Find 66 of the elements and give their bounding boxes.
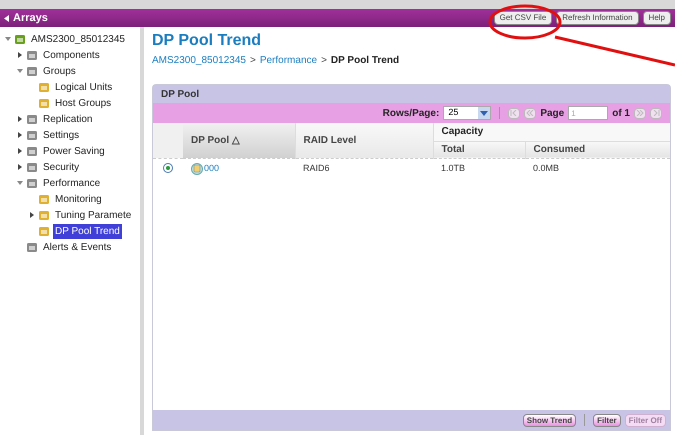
tree-node-icon xyxy=(26,241,38,253)
tree-item[interactable]: Tuning Paramete xyxy=(53,208,134,222)
tree-node-icon xyxy=(14,33,26,45)
expand-arrow-icon[interactable] xyxy=(28,212,34,218)
column-header[interactable]: Total xyxy=(442,144,465,155)
expand-arrow-icon[interactable] xyxy=(16,148,22,154)
breadcrumb-separator: > xyxy=(250,54,256,68)
tree-item[interactable]: Security xyxy=(41,160,82,174)
back-arrow-icon[interactable] xyxy=(4,14,9,22)
breadcrumb-separator: > xyxy=(321,54,327,68)
column-header[interactable]: DP Pool △ xyxy=(191,134,240,146)
tree-item[interactable]: Settings xyxy=(41,128,82,142)
rows-per-page-label: Rows/Page: xyxy=(382,106,440,120)
footer-button[interactable]: Show Trend xyxy=(522,414,576,426)
tree-node-icon xyxy=(38,193,50,205)
tree-item[interactable]: AMS2300_85012345 xyxy=(29,32,127,46)
tree-item[interactable]: DP Pool Trend xyxy=(53,224,122,238)
table-cell: 0.0MB xyxy=(533,162,560,172)
rows-per-page-dropdown[interactable]: 25 xyxy=(443,106,492,120)
table-cell: RAID6 xyxy=(303,162,330,172)
breadcrumb-current: DP Pool Trend xyxy=(330,54,400,68)
footer-button[interactable]: Filter xyxy=(593,414,621,426)
tree-node-icon xyxy=(38,209,50,221)
tree-item[interactable]: Power Saving xyxy=(41,144,107,158)
pool-link[interactable]: 000 xyxy=(204,162,220,175)
header-title: Arrays xyxy=(13,10,48,26)
expand-arrow-icon[interactable] xyxy=(16,132,22,138)
breadcrumb-link[interactable]: Performance xyxy=(260,53,318,68)
tree-item[interactable]: Components xyxy=(41,48,102,62)
toolbar-button[interactable]: Help xyxy=(642,11,671,25)
page-total: of 1 xyxy=(612,106,630,120)
tree-node-icon xyxy=(26,49,38,61)
panel-title: DP Pool xyxy=(161,88,200,102)
tree-item[interactable]: Alerts & Events xyxy=(41,240,114,254)
expand-arrow-icon[interactable] xyxy=(16,164,22,170)
tree-item[interactable]: Groups xyxy=(41,64,78,78)
table-cell: 1.0TB xyxy=(441,162,466,172)
tree-node-icon xyxy=(26,161,38,173)
tree-node-icon xyxy=(26,177,38,189)
expand-arrow-icon[interactable] xyxy=(16,116,22,122)
tree-item[interactable]: Monitoring xyxy=(53,192,104,206)
toolbar-button[interactable]: Refresh Information xyxy=(556,11,639,25)
tree-item[interactable]: Performance xyxy=(41,176,102,190)
column-header[interactable]: RAID Level xyxy=(304,134,356,146)
page-title: DP Pool Trend xyxy=(152,31,262,51)
tree-node-icon xyxy=(26,129,38,141)
tree-item[interactable]: Replication xyxy=(41,112,94,126)
expand-arrow-icon[interactable] xyxy=(16,52,22,58)
collapse-arrow-icon[interactable] xyxy=(4,36,10,42)
tree-node-icon xyxy=(26,145,38,157)
pool-icon xyxy=(191,162,203,175)
row-radio[interactable] xyxy=(163,163,173,174)
tree-node-icon xyxy=(38,97,50,109)
column-group-header: Capacity xyxy=(442,126,484,138)
toolbar-button[interactable]: Get CSV File xyxy=(494,11,552,25)
tree-node-icon xyxy=(38,225,50,237)
tree-node-icon xyxy=(26,65,38,77)
tree-item[interactable]: Host Groups xyxy=(53,96,114,110)
collapse-arrow-icon[interactable] xyxy=(16,180,22,186)
dropdown-caret-icon[interactable] xyxy=(480,110,488,116)
tree-node-icon xyxy=(26,113,38,125)
tree-item[interactable]: Logical Units xyxy=(53,80,114,94)
page-label: Page xyxy=(540,106,564,120)
tree-node-icon xyxy=(38,81,50,93)
collapse-arrow-icon[interactable] xyxy=(16,68,22,74)
breadcrumb-link[interactable]: AMS2300_85012345 xyxy=(152,53,246,68)
